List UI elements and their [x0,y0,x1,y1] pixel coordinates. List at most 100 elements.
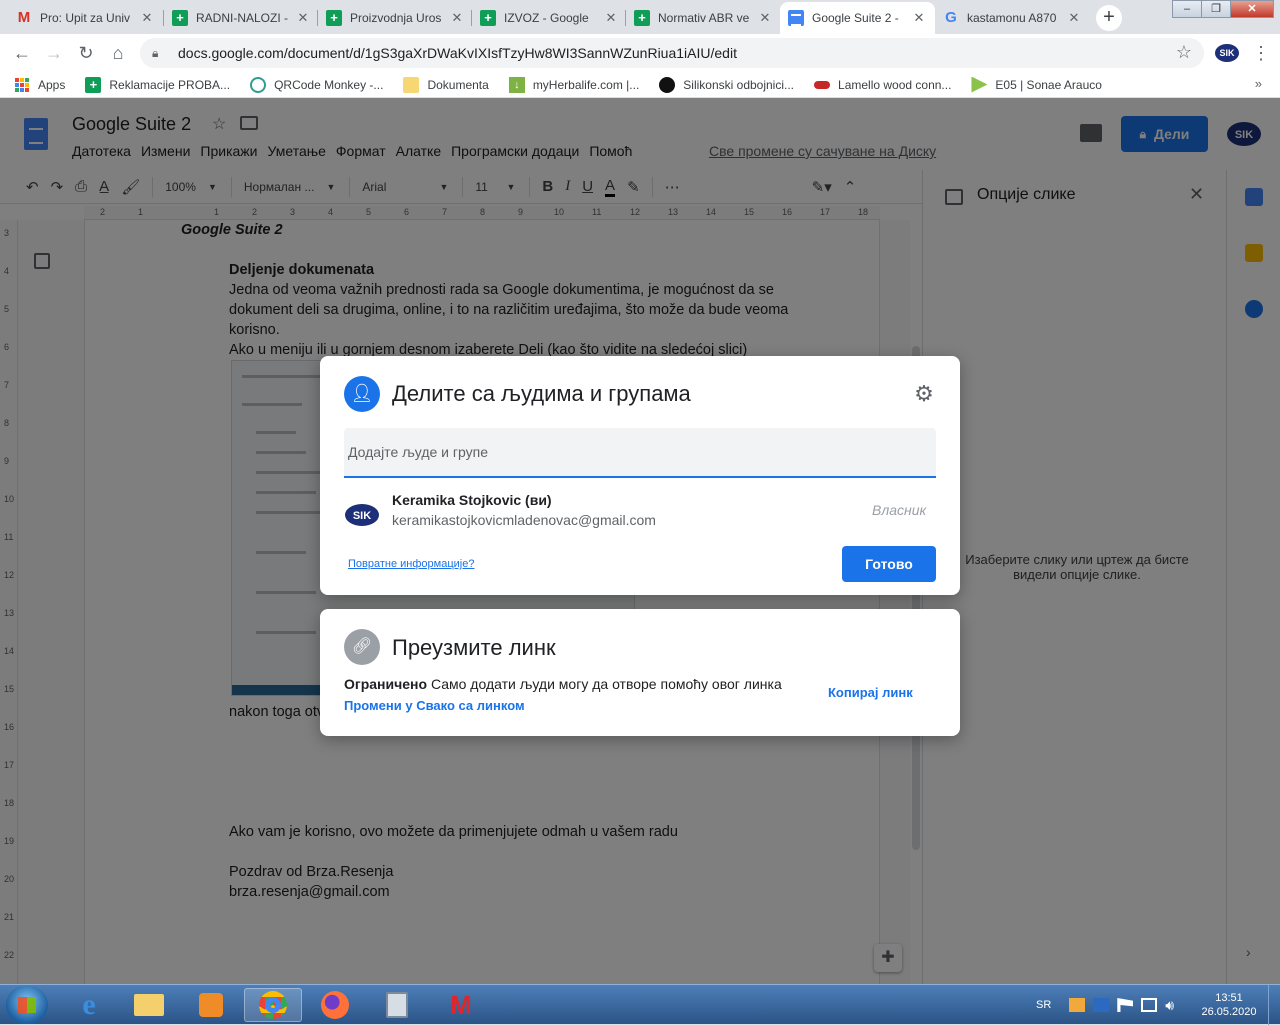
add-people-field[interactable] [344,428,936,478]
gmail-icon: M [17,9,31,26]
browser-toolbar: ← → ↻ ⌂ 🔒︎ docs.google.com/document/d/1g… [0,34,1280,72]
profile-avatar[interactable]: SIK [1214,42,1240,64]
browser-tab[interactable]: G kastamonu A870 ✕ [935,2,1090,34]
sheets-icon: + [480,10,496,26]
close-tab-icon[interactable]: ✕ [603,10,619,26]
link-dialog-title: Преузмите линк [392,635,556,660]
copy-link-button[interactable]: Копирај линк [828,685,913,700]
calculator-shape [386,992,408,1018]
bookmark-item[interactable]: E05 | Sonae Arauco [971,76,1102,93]
chrome-taskbar-icon[interactable] [244,988,302,1022]
add-people-input[interactable] [348,428,928,476]
action-center-flag-icon[interactable] [1117,998,1134,1012]
bookmark-item[interactable]: ↓ myHerbalife.com |... [508,76,639,93]
share-dialog-title: Делите са људима и групама [392,381,691,406]
address-bar[interactable]: 🔒︎ docs.google.com/document/d/1gS3gaXrDW… [140,38,1204,68]
browser-tab[interactable]: M Pro: Upit za Univ ✕ [8,2,163,34]
tray-app-icon[interactable] [1069,998,1086,1012]
bookmark-apps[interactable]: Apps [14,77,65,93]
mega-app-icon[interactable]: M [432,988,490,1022]
bookmark-item[interactable]: QRCode Monkey -... [250,76,383,93]
forward-icon[interactable]: → [42,41,66,65]
clock-date: 26.05.2020 [1201,1006,1257,1018]
reload-icon[interactable]: ↻ [74,41,98,65]
firefox-icon[interactable] [306,988,364,1022]
done-button[interactable]: Готово [842,546,936,582]
window-controls: – ❐ ✕ [1172,0,1274,18]
bookmarks-overflow-icon[interactable]: » [1255,76,1262,91]
internet-explorer-icon[interactable]: e [60,988,118,1022]
sheets-icon: + [85,76,102,93]
link-access-description: Ограничено Само додати људи могу да отво… [344,676,782,692]
network-icon[interactable] [1141,998,1158,1012]
close-tab-icon[interactable]: ✕ [757,10,773,26]
browser-tab-strip: M Pro: Upit za Univ ✕ + RADNI-NALOZI - ✕… [0,0,1280,34]
close-tab-icon[interactable]: ✕ [1066,10,1082,26]
sheets-icon: + [634,10,650,26]
browser-tab-active[interactable]: Google Suite 2 - ✕ [780,2,935,34]
bookmark-item[interactable]: Dokumenta [403,76,489,93]
bookmarks-bar: Apps + Reklamacije PROBA... QRCode Monke… [0,72,1280,98]
system-tray: SR 🔊︎ [1036,985,1181,1025]
restricted-label: Ограничено [344,676,428,692]
chrome-logo [259,991,287,1019]
browser-tab[interactable]: + IZVOZ - Google ✕ [472,2,627,34]
new-tab-button[interactable]: + [1096,5,1122,31]
close-tab-icon[interactable]: ✕ [449,10,465,26]
back-icon[interactable]: ← [10,41,34,65]
browser-tab[interactable]: + Proizvodnja Uros ✕ [318,2,473,34]
tray-app-icon[interactable] [1093,998,1110,1012]
close-tab-icon[interactable]: ✕ [295,10,311,26]
browser-tab[interactable]: + Normativ ABR ve ✕ [626,2,781,34]
apps-grid-icon [15,77,29,92]
owner-role: Власник [872,502,927,518]
windows-taskbar: e M SR 🔊︎ 13:51 26.05.2020 [0,984,1280,1025]
home-icon[interactable]: ⌂ [106,41,130,65]
link-icon: 🔗︎ [344,629,380,665]
herbalife-icon: ↓ [508,76,525,93]
media-player-icon[interactable] [182,988,240,1022]
chrome-menu-icon[interactable]: ⋮ [1252,42,1270,64]
url-text[interactable]: docs.google.com/document/d/1gS3gaXrDWaKv… [178,45,737,61]
google-icon: G [945,9,957,26]
sheets-icon: + [326,10,342,26]
lock-icon[interactable]: 🔒︎ [152,46,164,61]
browser-tab[interactable]: + RADNI-NALOZI - ✕ [164,2,319,34]
restricted-description: Само додати људи могу да отворе помоћу о… [430,676,782,692]
silikonski-icon [659,76,676,93]
media-shape [199,993,223,1017]
clock-time: 13:51 [1215,992,1243,1004]
svg-text:SIK: SIK [1219,48,1235,58]
system-clock[interactable]: 13:51 26.05.2020 [1194,991,1264,1019]
lamello-icon [814,80,831,89]
firefox-logo [321,991,349,1019]
volume-icon[interactable]: 🔊︎ [1165,998,1181,1012]
file-explorer-icon[interactable] [120,988,178,1022]
owner-avatar: SIK [345,504,379,526]
show-desktop-button[interactable] [1268,985,1280,1025]
maximize-button[interactable]: ❐ [1201,0,1231,18]
settings-gear-icon[interactable]: ⚙︎ [912,382,936,406]
qrcode-monkey-icon [250,76,267,93]
minimize-button[interactable]: – [1172,0,1202,18]
close-tab-icon[interactable]: ✕ [911,10,927,26]
close-tab-icon[interactable]: ✕ [139,10,155,26]
change-link-access-button[interactable]: Промени у Свако са линком [344,698,525,713]
calculator-icon[interactable] [368,988,426,1022]
window-close-button[interactable]: ✕ [1230,0,1274,18]
get-link-dialog: 🔗︎ Преузмите линк Ограничено Само додати… [320,609,960,736]
language-indicator[interactable]: SR [1036,999,1051,1011]
bookmark-item[interactable]: Lamello wood conn... [814,78,951,92]
owner-name: Keramika Stojkovic (ви) [392,492,552,508]
owner-email: keramikastojkovicmladenovac@gmail.com [392,512,656,528]
svg-text:SIK: SIK [353,510,371,522]
bookmark-star-icon[interactable]: ☆ [1176,42,1192,63]
folder-icon [403,76,420,93]
sonae-arauco-icon [971,76,988,93]
docs-icon [788,10,804,26]
bookmark-item[interactable]: + Reklamacije PROBA... [85,76,230,93]
add-person-icon: 👤︎ [344,376,380,412]
start-button[interactable] [6,986,48,1024]
bookmark-item[interactable]: Silikonski odbojnici... [659,76,794,93]
feedback-link[interactable]: Повратне информације? [348,558,474,570]
